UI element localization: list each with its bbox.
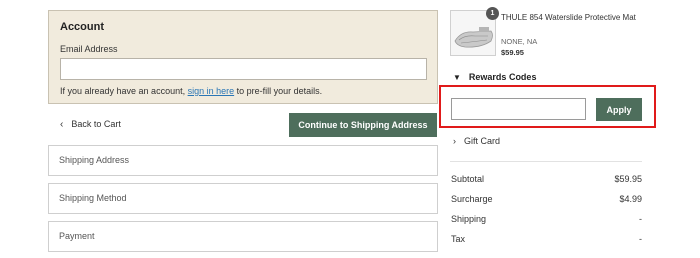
account-title: Account: [60, 21, 104, 33]
product-variant: NONE, NA: [501, 37, 538, 46]
totals-value: -: [639, 214, 642, 224]
rewards-code-input[interactable]: [451, 98, 586, 120]
signin-hint-suffix: to pre-fill your details.: [234, 86, 323, 96]
totals-row-tax: Tax -: [451, 234, 642, 244]
totals-label: Subtotal: [451, 174, 485, 184]
rewards-codes-toggle[interactable]: ▼ Rewards Codes: [453, 72, 536, 82]
chevron-right-icon: ›: [453, 136, 456, 146]
continue-to-shipping-button[interactable]: Continue to Shipping Address: [289, 113, 437, 137]
quantity-badge: 1: [486, 7, 499, 20]
gift-card-label: Gift Card: [464, 136, 501, 146]
chevron-down-icon: ▼: [453, 73, 461, 82]
step-shipping-method[interactable]: Shipping Method: [48, 183, 438, 214]
totals-row-surcharge: Surcharge $4.99: [451, 194, 642, 204]
sign-in-link[interactable]: sign in here: [188, 86, 235, 96]
step-payment[interactable]: Payment: [48, 221, 438, 252]
chevron-left-icon: ‹: [60, 119, 64, 130]
apply-button[interactable]: Apply: [596, 98, 642, 121]
step-label: Shipping Address: [59, 155, 130, 165]
product-name: THULE 854 Waterslide Protective Mat: [501, 13, 636, 22]
account-panel: Account Email Address If you already hav…: [48, 10, 438, 104]
divider: [450, 161, 642, 162]
step-shipping-address[interactable]: Shipping Address: [48, 145, 438, 176]
totals-label: Shipping: [451, 214, 487, 224]
totals-row-shipping: Shipping -: [451, 214, 642, 224]
totals-value: -: [639, 234, 642, 244]
gift-card-toggle[interactable]: › Gift Card: [453, 136, 500, 146]
step-label: Payment: [59, 231, 95, 241]
rewards-codes-label: Rewards Codes: [468, 72, 537, 82]
signin-hint-prefix: If you already have an account,: [60, 86, 188, 96]
back-to-cart-link[interactable]: ‹ Back to Cart: [60, 119, 121, 130]
back-to-cart-label: Back to Cart: [71, 119, 121, 129]
email-label: Email Address: [60, 44, 118, 54]
totals-value: $4.99: [619, 194, 642, 204]
totals-label: Tax: [451, 234, 466, 244]
signin-hint: If you already have an account, sign in …: [60, 86, 322, 96]
totals-row-subtotal: Subtotal $59.95: [451, 174, 642, 184]
totals-value: $59.95: [614, 174, 642, 184]
product-price: $59.95: [501, 48, 524, 57]
email-field[interactable]: [60, 58, 427, 80]
totals-label: Surcharge: [451, 194, 493, 204]
step-label: Shipping Method: [59, 193, 127, 203]
